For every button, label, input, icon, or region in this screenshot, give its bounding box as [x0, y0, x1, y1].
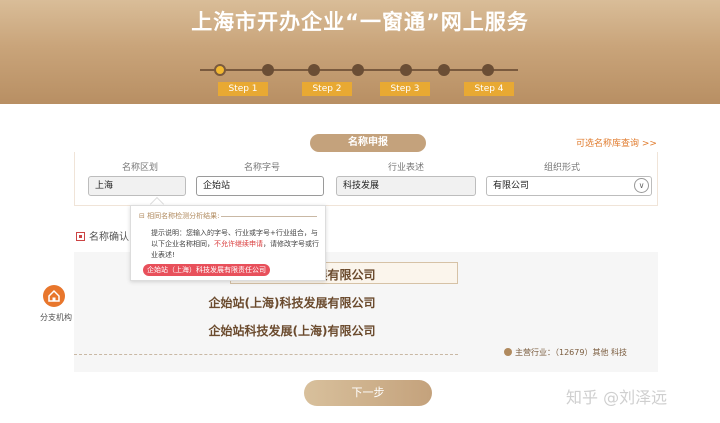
home-icon[interactable] [43, 285, 65, 307]
step-4-dot [482, 64, 494, 76]
popup-title-rule [221, 216, 317, 217]
step-progress: Step 1 Step 2 Step 3 Step 4 [196, 60, 526, 100]
next-step-button[interactable]: 下一步 [304, 380, 432, 406]
step-3-label[interactable]: Step 3 [380, 82, 430, 96]
header-banner: 上海市开办企业“一窗通”网上服务 Step 1 Step 2 Step 3 St… [0, 0, 720, 104]
candidate-name-3[interactable]: 企始站科技发展(上海)有限公司 [0, 322, 584, 339]
name-confirm-title: 名称确认 [89, 232, 129, 243]
industry-note-text: 主营行业：（12679）其他 科技 [515, 348, 627, 357]
divider [74, 354, 458, 355]
step-2-dot [308, 64, 320, 76]
step-4-label[interactable]: Step 4 [464, 82, 514, 96]
candidate-name-2[interactable]: 企始站(上海)科技发展有限公司 [0, 294, 584, 311]
step-2b-dot [352, 64, 364, 76]
industry-field[interactable]: 科技发展 [336, 176, 476, 196]
page-title: 上海市开办企业“一窗通”网上服务 [191, 10, 529, 34]
step-2-label[interactable]: Step 2 [302, 82, 352, 96]
chevron-down-icon[interactable]: ∨ [634, 178, 649, 193]
region-label: 名称区划 [122, 163, 159, 173]
step-1-label[interactable]: Step 1 [218, 82, 268, 96]
popup-title: ⊟ 相同名称检测分析结果: [139, 212, 220, 220]
info-dot-icon [504, 348, 512, 356]
tab-name-declaration[interactable]: 名称申报 [310, 134, 426, 152]
industry-note: 主营行业：（12679）其他 科技 [504, 347, 627, 358]
org-form-label: 组织形式 [544, 163, 581, 173]
popup-warning: 不允许继续申请 [214, 240, 263, 248]
step-1-dot [214, 64, 226, 76]
duplicate-name-popup: ⊟ 相同名称检测分析结果: 提示说明：您输入的字号、行业或字号+行业组合，与以下… [130, 205, 326, 281]
step-3-dot [400, 64, 412, 76]
org-form-select[interactable]: 有限公司 [486, 176, 652, 196]
matched-company-tag[interactable]: 企始站（上海）科技发展有限责任公司 [143, 264, 270, 276]
branch-label[interactable]: 分支机构 [40, 312, 72, 323]
trade-name-label: 名称字号 [244, 163, 281, 173]
section-marker-icon [76, 232, 85, 241]
step-3b-dot [438, 64, 450, 76]
watermark: 知乎 @刘泽远 [566, 388, 668, 407]
industry-label: 行业表述 [388, 163, 425, 173]
popup-message: 提示说明：您输入的字号、行业或字号+行业组合，与以下企业名称相同，不允许继续申请… [151, 228, 321, 261]
step-1b-dot [262, 64, 274, 76]
name-library-link[interactable]: 可选名称库查询 >> [576, 136, 657, 149]
name-confirm-heading: 名称确认 [76, 228, 129, 243]
trade-name-field[interactable]: 企始站 [196, 176, 324, 196]
popup-title-text: 相同名称检测分析结果: [147, 212, 220, 220]
region-field[interactable]: 上海 [88, 176, 186, 196]
